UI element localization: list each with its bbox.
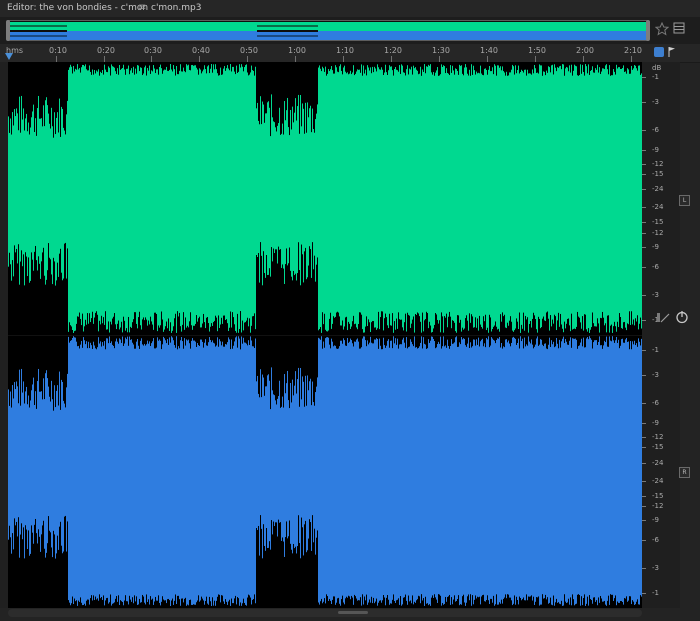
db-tick: [642, 520, 646, 521]
db-label: -9: [652, 419, 659, 427]
db-tick: [642, 233, 646, 234]
db-tick: [642, 102, 646, 103]
db-tick: [642, 320, 646, 321]
db-label: -12: [652, 160, 664, 168]
editor-title-bar: Editor: the von bondies - c'mon c'mon.mp…: [0, 0, 700, 17]
power-icon[interactable]: [675, 310, 689, 324]
db-label: -3: [652, 98, 659, 106]
db-tick: [642, 77, 646, 78]
db-tick: [642, 496, 646, 497]
panel-properties-icon[interactable]: [673, 22, 685, 34]
ruler-tick-label: 0:10: [49, 46, 67, 55]
ruler-tick-label: 2:00: [576, 46, 594, 55]
waveform-left-gutter: [0, 62, 8, 608]
ruler-tick-label: 1:00: [288, 46, 306, 55]
ruler-tick-label: 1:50: [528, 46, 546, 55]
ruler-tick-label: 1:10: [336, 46, 354, 55]
db-tick: [642, 222, 646, 223]
stereo-waveform: [8, 64, 642, 606]
db-label: -12: [652, 433, 664, 441]
db-tick: [642, 207, 646, 208]
db-label: -6: [652, 126, 659, 134]
waveform-display[interactable]: [8, 62, 642, 608]
db-label: -9: [652, 146, 659, 154]
db-tick: [642, 437, 646, 438]
db-label: -9: [652, 243, 659, 251]
db-label: -9: [652, 516, 659, 524]
db-label: -15: [652, 170, 664, 178]
db-tick: [642, 481, 646, 482]
panel-menu-icon[interactable]: ≡: [138, 2, 146, 13]
db-label: -24: [652, 185, 664, 193]
db-tick: [642, 403, 646, 404]
db-tick: [642, 593, 646, 594]
db-label: -3: [652, 291, 659, 299]
horizontal-scrollbar[interactable]: [8, 609, 642, 617]
star-icon[interactable]: [655, 22, 669, 36]
db-label: -1: [652, 346, 659, 354]
overview-zoom-handle-right[interactable]: [646, 20, 650, 41]
db-tick: [642, 540, 646, 541]
overview-waveform-graphic: [9, 22, 647, 40]
ruler-tick-label: 0:30: [144, 46, 162, 55]
db-tick: [642, 247, 646, 248]
db-label: -6: [652, 399, 659, 407]
db-label: -1: [652, 73, 659, 81]
ruler-tick-label: 0:40: [192, 46, 210, 55]
ruler-tick-label: 1:30: [432, 46, 450, 55]
db-label: -15: [652, 218, 664, 226]
db-tick: [642, 447, 646, 448]
db-tick: [642, 174, 646, 175]
overview-waveform[interactable]: [8, 20, 648, 41]
db-tick: [642, 164, 646, 165]
db-tick: [642, 150, 646, 151]
db-tick: [642, 568, 646, 569]
db-label: -24: [652, 459, 664, 467]
db-tick: [642, 189, 646, 190]
db-tick: [642, 375, 646, 376]
db-tick: [642, 463, 646, 464]
db-tick: [642, 506, 646, 507]
db-label: -6: [652, 536, 659, 544]
magnet-icon[interactable]: [654, 47, 664, 57]
ruler-tick-label: 1:40: [480, 46, 498, 55]
db-tick: [642, 295, 646, 296]
db-label: -12: [652, 502, 664, 510]
overview-zoom-handle-left[interactable]: [6, 20, 10, 41]
channel-left-toggle[interactable]: L: [679, 195, 690, 206]
db-label: -24: [652, 477, 664, 485]
channel-right-toggle[interactable]: R: [679, 467, 690, 478]
time-ruler[interactable]: hms 0:10 0:20 0:30 0:40 0:50 1:00 1:10 1…: [0, 44, 700, 63]
db-label: -3: [652, 371, 659, 379]
db-scale: dB -1 -3 -6 -9 -12 -15 -24 -24 -15 -12 -…: [642, 62, 680, 608]
db-label: -12: [652, 229, 664, 237]
db-label: -15: [652, 492, 664, 500]
db-label: -15: [652, 443, 664, 451]
editor-title: Editor: the von bondies - c'mon c'mon.mp…: [7, 3, 202, 13]
db-label: -1: [652, 589, 659, 597]
ruler-tick-label: 0:20: [97, 46, 115, 55]
db-label: -24: [652, 203, 664, 211]
db-tick: [642, 423, 646, 424]
ruler-tick-label: 1:20: [384, 46, 402, 55]
db-label: -3: [652, 564, 659, 572]
marker-flag-icon[interactable]: [667, 46, 677, 58]
ruler-tick-label: 2:10: [624, 46, 642, 55]
overview-navigator[interactable]: [0, 17, 700, 44]
playhead-marker[interactable]: [5, 53, 13, 60]
db-label: -6: [652, 263, 659, 271]
db-tick: [642, 350, 646, 351]
ruler-tick-label: 0:50: [240, 46, 258, 55]
scrollbar-grip[interactable]: [338, 611, 368, 614]
volume-slider-icon[interactable]: [656, 310, 670, 324]
db-unit-label: dB: [652, 64, 662, 72]
db-tick: [642, 130, 646, 131]
db-tick: [642, 267, 646, 268]
